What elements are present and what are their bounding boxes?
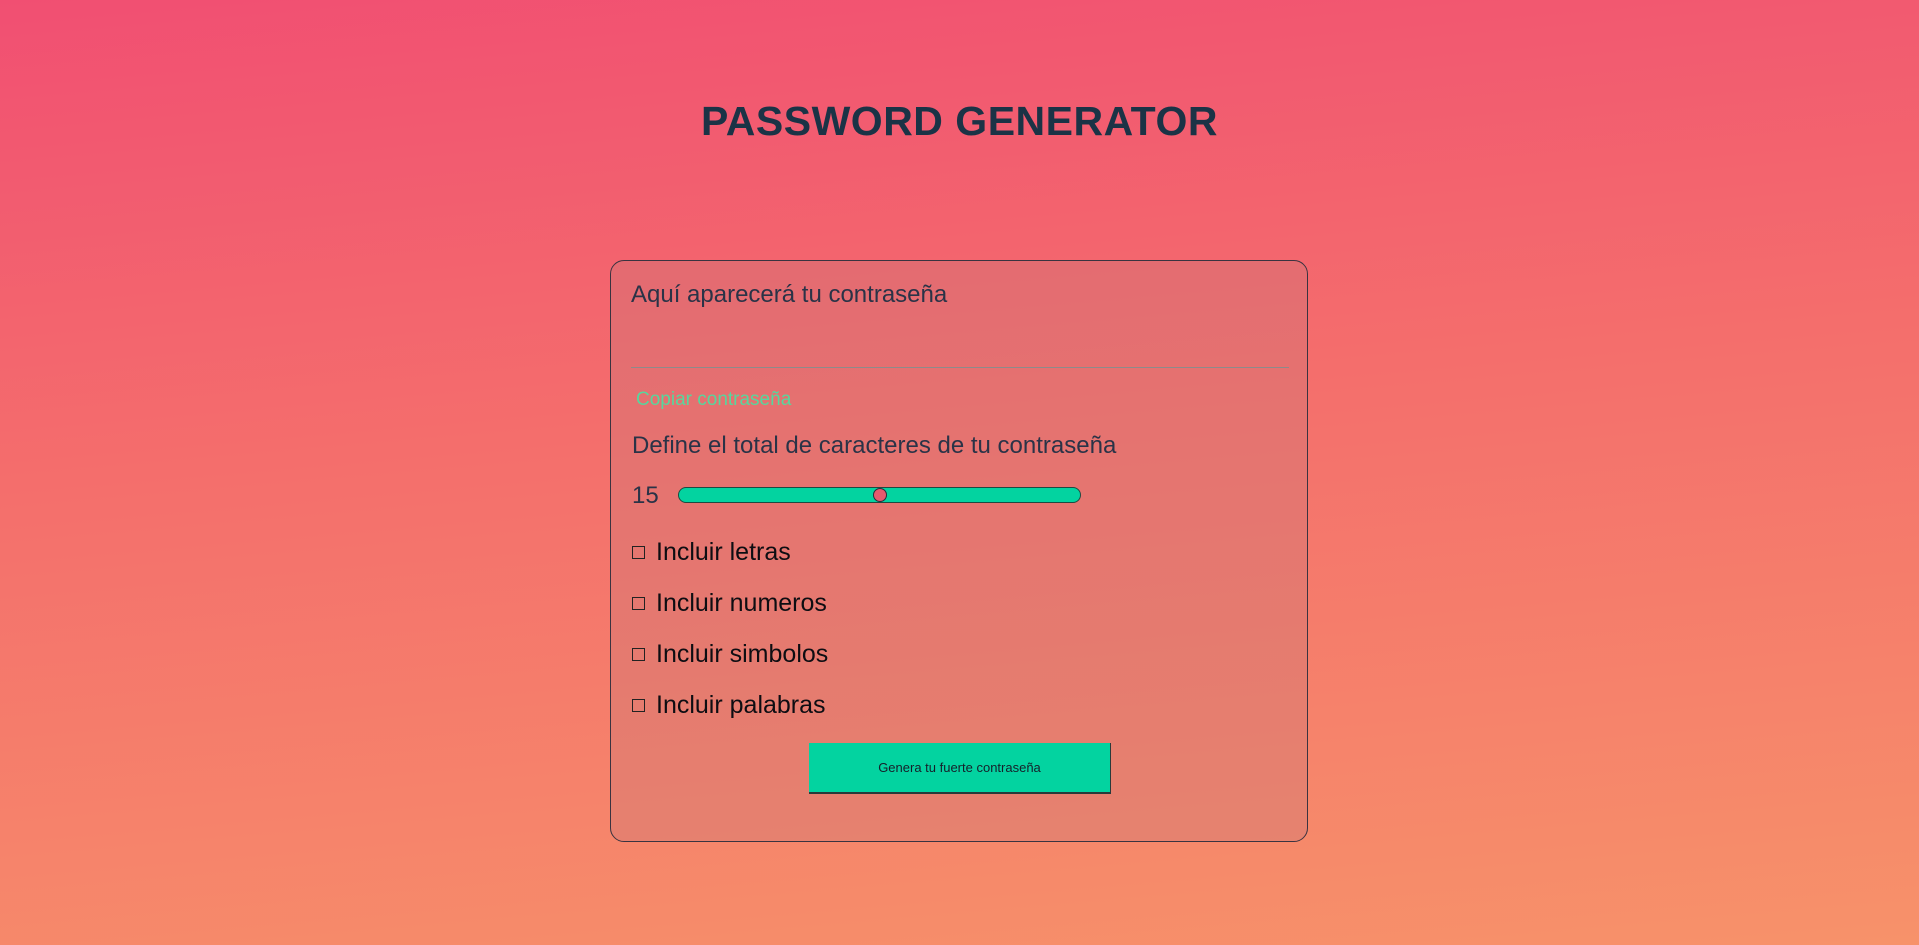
- slider-thumb[interactable]: [872, 488, 887, 502]
- checkbox-numbers[interactable]: [632, 596, 645, 610]
- generator-card: Aquí aparecerá tu contraseña Copiar cont…: [610, 260, 1308, 842]
- option-symbols-label: Incluir simbolos: [656, 639, 829, 668]
- option-letters[interactable]: Incluir letras: [632, 537, 791, 567]
- copy-password-link[interactable]: Copiar contraseña: [636, 389, 791, 411]
- length-label: Define el total de caracteres de tu cont…: [632, 432, 1117, 459]
- option-letters-label: Incluir letras: [656, 537, 791, 566]
- option-symbols[interactable]: Incluir simbolos: [632, 639, 828, 669]
- checkbox-symbols[interactable]: [632, 647, 645, 661]
- page-title: PASSWORD GENERATOR: [701, 98, 1218, 144]
- option-words-label: Incluir palabras: [656, 690, 826, 719]
- option-numbers[interactable]: Incluir numeros: [632, 588, 827, 618]
- option-words[interactable]: Incluir palabras: [632, 690, 826, 720]
- option-numbers-label: Incluir numeros: [656, 588, 827, 617]
- checkbox-words[interactable]: [632, 698, 645, 712]
- length-slider[interactable]: [678, 487, 1081, 503]
- generate-password-button[interactable]: Genera tu fuerte contraseña: [809, 743, 1111, 794]
- password-output[interactable]: Aquí aparecerá tu contraseña: [631, 281, 1289, 368]
- checkbox-letters[interactable]: [632, 545, 645, 559]
- length-value: 15: [632, 482, 659, 509]
